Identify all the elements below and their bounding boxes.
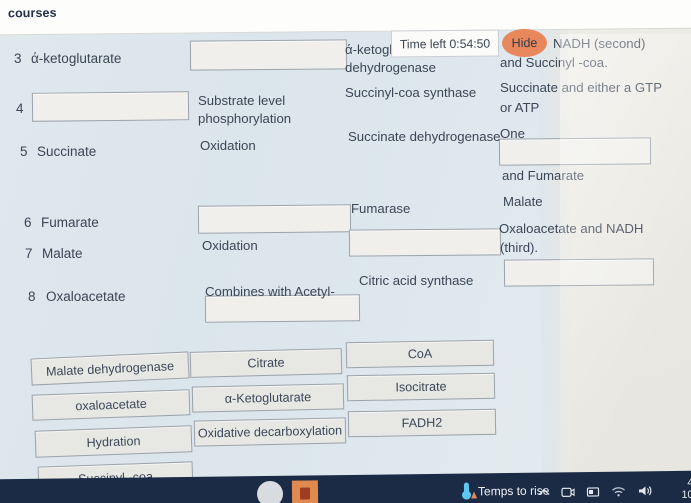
product-text-succinate-gtp: Succinate and either a GTP <box>500 80 663 95</box>
row-name-5: Succinate <box>37 144 97 159</box>
hide-button-label: Hide <box>511 35 538 51</box>
answer-blank-2[interactable] <box>31 91 190 122</box>
answer-blank-3[interactable] <box>197 204 352 234</box>
clock-date: 10/4 <box>681 488 691 501</box>
volume-icon[interactable] <box>637 484 652 497</box>
wifi-icon[interactable] <box>611 485 626 497</box>
word-tile-citrate[interactable]: Citrate <box>189 348 343 378</box>
clock-time: 4:4 <box>687 476 691 489</box>
enzyme-text-fumarase: Fumarase <box>351 201 411 216</box>
product-text-one: One <box>500 126 525 141</box>
action-center-icon[interactable] <box>586 485 600 497</box>
process-text-substrate-level: Substrate level <box>198 93 286 108</box>
screen-photo: courses 3 ά-ketoglutarate 4 5 Succinate … <box>0 0 691 503</box>
row-name-6: Fumarate <box>41 215 99 230</box>
meet-now-icon[interactable] <box>561 486 575 498</box>
product-text-or-atp: or ATP <box>500 100 540 115</box>
word-tile-fadh2[interactable]: FADH2 <box>347 408 497 438</box>
row-name-8: Oxaloacetate <box>46 289 126 304</box>
answer-blank-1[interactable] <box>189 39 348 71</box>
word-tile-isocitrate[interactable]: Isocitrate <box>346 372 496 402</box>
word-tile-oxidative-decarboxylation[interactable]: Oxidative decarboxylation <box>193 417 347 447</box>
product-text-and-fumarate: and Fumarate <box>502 168 585 183</box>
enzyme-text-succinyl-coa-synthase: Succinyl-coa synthase <box>345 85 477 100</box>
process-text-combines-acetyl: Combines with Acetyl- <box>205 284 335 299</box>
row-number-6: 6 <box>24 215 32 230</box>
page-title: courses <box>7 5 57 21</box>
thermometer-icon <box>461 482 478 500</box>
time-left-label: Time left 0:54:50 <box>399 36 491 51</box>
row-number-8: 8 <box>28 289 36 304</box>
product-text-and-succinyl-coa: and Succinyl -coa. <box>500 55 608 70</box>
product-text-malate: Malate <box>503 194 543 209</box>
chevron-up-icon[interactable] <box>538 488 550 497</box>
row-number-5: 5 <box>20 144 28 159</box>
product-text-oxaloacetate-nadh: Oxaloacetate and NADH <box>499 221 644 236</box>
time-left-box: Time left 0:54:50 <box>390 29 500 58</box>
row-name-7: Malate <box>42 246 83 261</box>
row-number-3: 3 <box>14 51 22 66</box>
product-text-third: (third). <box>500 240 539 255</box>
process-text-phosphorylation: phosphorylation <box>198 111 292 126</box>
process-text-oxidation-1: Oxidation <box>200 138 256 153</box>
panel-edge-gradient <box>538 27 572 484</box>
enzyme-text-citric-acid-synthase: Citric acid synthase <box>359 273 474 288</box>
answer-blank-7[interactable] <box>503 258 655 287</box>
product-text-nadh-second: NADH (second) <box>553 36 646 51</box>
word-tile-oxaloacetate[interactable]: oxaloacetate <box>31 389 191 421</box>
enzyme-text-succinate-dehydrogenase: Succinate dehydrogenase <box>348 129 501 144</box>
answer-blank-4[interactable] <box>348 228 502 257</box>
row-number-7: 7 <box>25 246 33 261</box>
process-text-oxidation-2: Oxidation <box>202 238 258 253</box>
row-number-4: 4 <box>16 101 24 116</box>
taskbar-app-icon-office[interactable] <box>291 480 319 503</box>
row-name-3: ά-ketoglutarate <box>31 51 122 66</box>
system-tray <box>538 484 652 498</box>
taskbar-weather-widget[interactable]: Temps to rise <box>461 482 550 500</box>
enzyme-text-ketoglutarate: ά-ketogl <box>345 42 393 57</box>
taskbar-app-icon-browser[interactable] <box>256 480 284 503</box>
word-tile-alpha-ketoglutarate[interactable]: α-Ketoglutarate <box>191 383 345 413</box>
word-tile-hydration[interactable]: Hydration <box>34 425 193 458</box>
taskbar-clock[interactable]: 4:4 10/4 <box>681 477 691 501</box>
enzyme-text-dehydrogenase: dehydrogenase <box>345 60 436 75</box>
word-tile-coa[interactable]: CoA <box>345 339 495 369</box>
